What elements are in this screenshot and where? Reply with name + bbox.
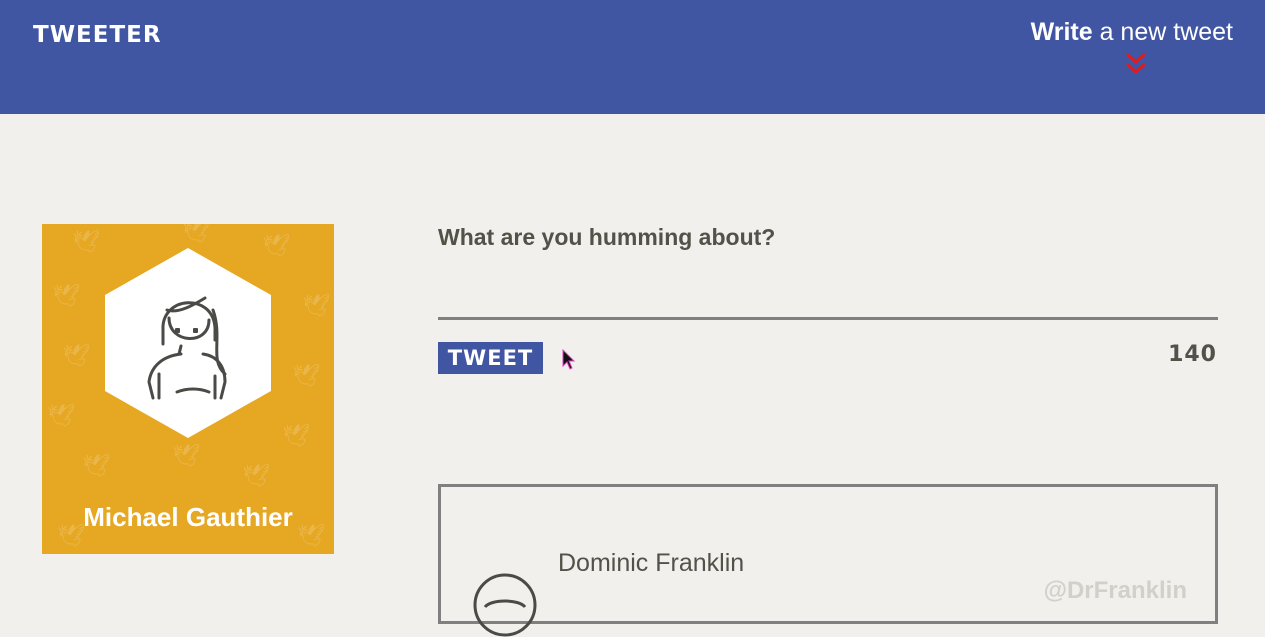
- user-avatar-icon[interactable]: [105, 248, 271, 438]
- app-logo[interactable]: TWEETER: [33, 22, 162, 48]
- bird-pattern-icon: 🕊: [47, 404, 75, 429]
- bird-pattern-icon: 🕊: [172, 444, 200, 469]
- tweet-text-input[interactable]: [438, 262, 1218, 320]
- compose-question-label: What are you humming about?: [438, 224, 776, 250]
- bird-pattern-icon: 🕊: [292, 364, 320, 389]
- profile-card: 🕊 🕊 🕊 🕊 🕊 🕊 🕊 🕊 🕊 🕊 🕊 🕊 🕊 🕊 Michael Gaut…: [42, 224, 334, 554]
- bird-pattern-icon: 🕊: [282, 424, 310, 449]
- profile-name: Michael Gauthier: [83, 502, 293, 532]
- bird-pattern-icon: 🕊: [72, 230, 100, 255]
- bird-pattern-icon: 🕊: [52, 284, 80, 309]
- bird-pattern-icon: 🕊: [82, 454, 110, 479]
- tweet-author-name: Dominic Franklin: [558, 549, 745, 577]
- tweet-author-handle: @DrFranklin: [1043, 577, 1187, 604]
- bird-pattern-icon: 🕊: [242, 464, 270, 489]
- write-new-tweet-link[interactable]: Write a new tweet: [1031, 18, 1233, 47]
- character-counter: 140: [1168, 342, 1217, 367]
- tweet-card: Dominic Franklin @DrFranklin: [438, 484, 1218, 637]
- compose-link-rest: a new tweet: [1092, 18, 1233, 46]
- compose-link-strong: Write: [1030, 18, 1093, 46]
- bird-pattern-icon: 🕊: [302, 294, 330, 319]
- user-avatar-icon: [473, 573, 537, 637]
- double-chevron-down-icon[interactable]: [1125, 52, 1147, 76]
- top-nav-bar: TWEETER Write a new tweet: [0, 0, 1265, 114]
- bird-pattern-icon: 🕊: [182, 224, 210, 245]
- tweet-submit-button[interactable]: TWEET: [438, 342, 543, 374]
- bird-pattern-icon: 🕊: [62, 344, 90, 369]
- mouse-cursor-icon: [562, 349, 576, 370]
